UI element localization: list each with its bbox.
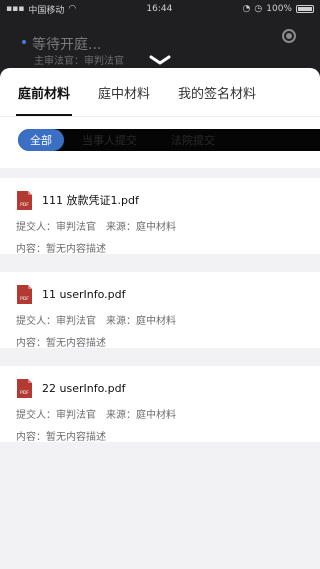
status-bar: ▪▪▪ 中国移动 ◠ 16:44 ◔ ◷ 100% xyxy=(0,0,320,18)
signal-icon: ▪▪▪ xyxy=(6,4,25,14)
judge-subtitle: 主审法官：审判法官 xyxy=(34,56,124,67)
content-label: 内容： xyxy=(16,244,46,255)
wifi-icon: ◠ xyxy=(68,4,77,14)
filter-all[interactable]: 全部 xyxy=(18,129,64,151)
tab-my-signed-materials[interactable]: 我的签名材料 xyxy=(178,68,256,116)
alarm-icon: ◷ xyxy=(254,4,263,14)
lock-rotation-icon: ◔ xyxy=(242,4,251,14)
submitter-label: 提交人： xyxy=(16,410,56,421)
pdf-badge-text: PDF xyxy=(20,296,29,302)
filter-court-submitted[interactable]: 法院提交 xyxy=(161,129,225,151)
tab-pretrial-materials[interactable]: 庭前材料 xyxy=(15,68,73,116)
chevron-down-icon[interactable] xyxy=(148,54,172,66)
document-card[interactable]: PDF 11 userInfo.pdf 提交人： 审判法官 来源： 庭中材料 内… xyxy=(0,272,320,349)
pdf-badge-text: PDF xyxy=(20,202,29,208)
submitter-label: 提交人： xyxy=(16,316,56,327)
status-time: 16:44 xyxy=(146,4,173,14)
filter-area: 全部 当事人提交 法院提交 xyxy=(0,116,320,168)
source-label: 来源： xyxy=(106,222,136,233)
record-icon[interactable] xyxy=(282,29,296,43)
document-card[interactable]: PDF 111 放款凭证1.pdf 提交人： 审判法官 来源： 庭中材料 内容：… xyxy=(0,178,320,255)
submitter-value: 审判法官 xyxy=(56,410,96,421)
document-card[interactable]: PDF 22 userInfo.pdf 提交人： 审判法官 来源： 庭中材料 内… xyxy=(0,366,320,443)
filter-bar: 全部 当事人提交 法院提交 xyxy=(18,129,320,151)
pdf-file-icon: PDF xyxy=(17,190,32,210)
tab-trial-materials[interactable]: 庭中材料 xyxy=(98,68,150,116)
content-label: 内容： xyxy=(16,338,46,349)
source-value: 庭中材料 xyxy=(136,410,176,421)
source-value: 庭中材料 xyxy=(136,316,176,327)
file-name: 111 放款凭证1.pdf xyxy=(42,194,139,207)
source-label: 来源： xyxy=(106,316,136,327)
submitter-label: 提交人： xyxy=(16,222,56,233)
source-value: 庭中材料 xyxy=(136,222,176,233)
materials-sheet: 庭前材料 庭中材料 我的签名材料 全部 当事人提交 法院提交 PDF 111 放… xyxy=(0,68,320,569)
waiting-title: 等待开庭... xyxy=(32,37,102,53)
submitter-value: 审判法官 xyxy=(56,222,96,233)
battery-percent: 100% xyxy=(266,4,292,14)
battery-icon xyxy=(295,5,314,13)
content-label: 内容： xyxy=(16,432,46,443)
document-list: PDF 111 放款凭证1.pdf 提交人： 审判法官 来源： 庭中材料 内容：… xyxy=(0,168,320,443)
filter-party-submitted[interactable]: 当事人提交 xyxy=(72,129,147,151)
submitter-value: 审判法官 xyxy=(56,316,96,327)
carrier-label: 中国移动 xyxy=(28,5,65,16)
source-label: 来源： xyxy=(106,410,136,421)
file-name: 22 userInfo.pdf xyxy=(42,381,126,395)
pdf-file-icon: PDF xyxy=(17,284,32,304)
file-name: 11 userInfo.pdf xyxy=(42,287,126,301)
content-value: 暂无内容描述 xyxy=(46,432,106,443)
materials-tabs: 庭前材料 庭中材料 我的签名材料 xyxy=(0,68,320,116)
pdf-file-icon: PDF xyxy=(17,378,32,398)
content-value: 暂无内容描述 xyxy=(46,338,106,349)
pdf-badge-text: PDF xyxy=(20,390,29,396)
content-value: 暂无内容描述 xyxy=(46,244,106,255)
